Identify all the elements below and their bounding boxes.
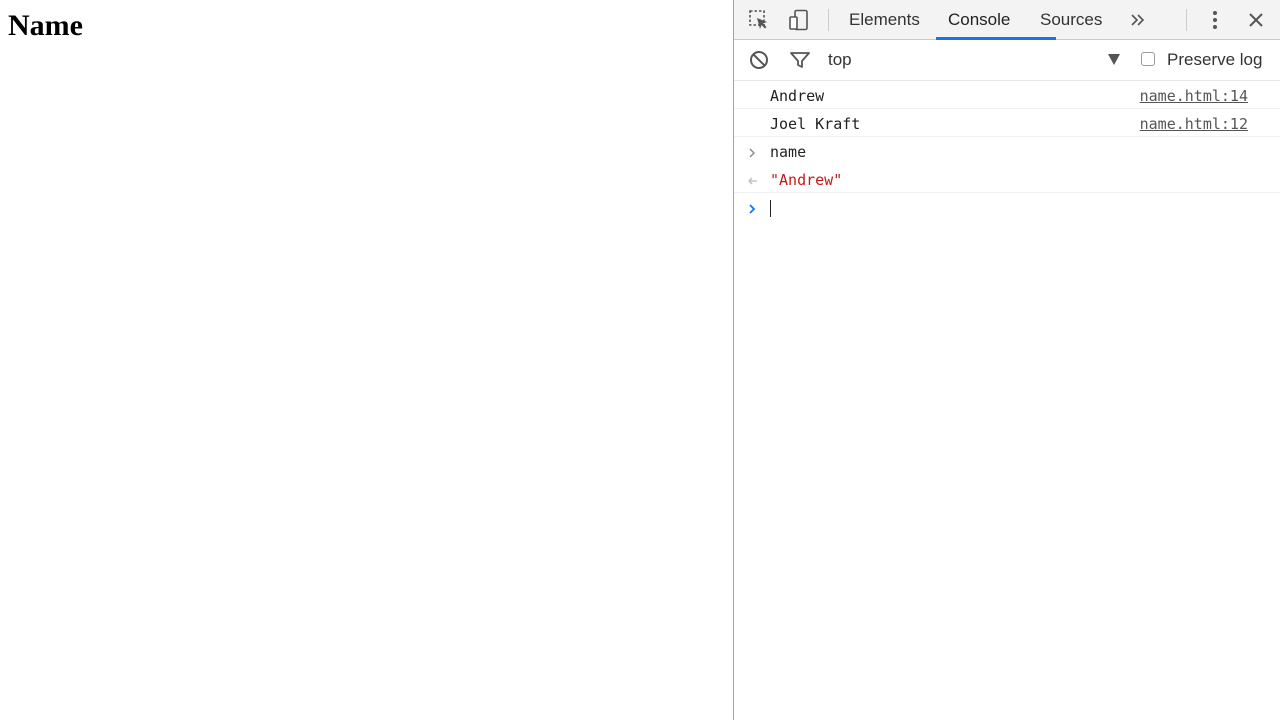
tab-console[interactable]: Console — [948, 0, 1010, 40]
filter-icon[interactable] — [788, 48, 812, 72]
log-row: Andrew name.html:14 — [734, 81, 1280, 109]
dropdown-arrow-icon[interactable] — [1108, 54, 1120, 65]
text-caret — [770, 200, 771, 217]
log-source-link[interactable]: name.html:14 — [1140, 81, 1248, 111]
device-toolbar-icon[interactable] — [787, 8, 811, 32]
more-tabs-icon[interactable] — [1126, 8, 1150, 32]
command-row: name — [734, 137, 1280, 165]
log-source-link[interactable]: name.html:12 — [1140, 109, 1248, 139]
close-icon[interactable] — [1244, 8, 1268, 32]
return-arrow-icon — [746, 173, 758, 185]
log-message: Andrew — [770, 87, 825, 105]
log-message: Joel Kraft — [770, 115, 861, 133]
tab-sources[interactable]: Sources — [1040, 0, 1102, 40]
kebab-menu-icon[interactable] — [1203, 8, 1227, 32]
console-messages: Andrew name.html:14 Joel Kraft name.html… — [734, 81, 1280, 223]
result-value: "Andrew" — [770, 171, 843, 189]
devtools-tabbar: Elements Console Sources — [734, 0, 1280, 40]
inspect-icon[interactable] — [747, 8, 771, 32]
command-text: name — [770, 143, 807, 161]
page-heading: Name — [8, 9, 83, 42]
tab-elements[interactable]: Elements — [849, 0, 920, 40]
clear-console-icon[interactable] — [747, 48, 771, 72]
toolbar-separator-2 — [1186, 9, 1187, 31]
web-page: Name — [0, 0, 733, 720]
preserve-log-label[interactable]: Preserve log — [1167, 40, 1262, 80]
result-row: "Andrew" — [734, 165, 1280, 193]
devtools-panel: Elements Console Sources top Preserve lo… — [733, 0, 1280, 720]
toolbar-separator — [828, 9, 829, 31]
preserve-log-checkbox[interactable] — [1141, 52, 1155, 66]
expand-chevron-icon — [746, 145, 758, 158]
console-prompt[interactable] — [734, 193, 1280, 223]
console-toolbar: top Preserve log — [734, 40, 1280, 81]
log-row: Joel Kraft name.html:12 — [734, 109, 1280, 137]
context-selector[interactable]: top — [828, 40, 852, 80]
prompt-chevron-icon — [746, 201, 758, 214]
